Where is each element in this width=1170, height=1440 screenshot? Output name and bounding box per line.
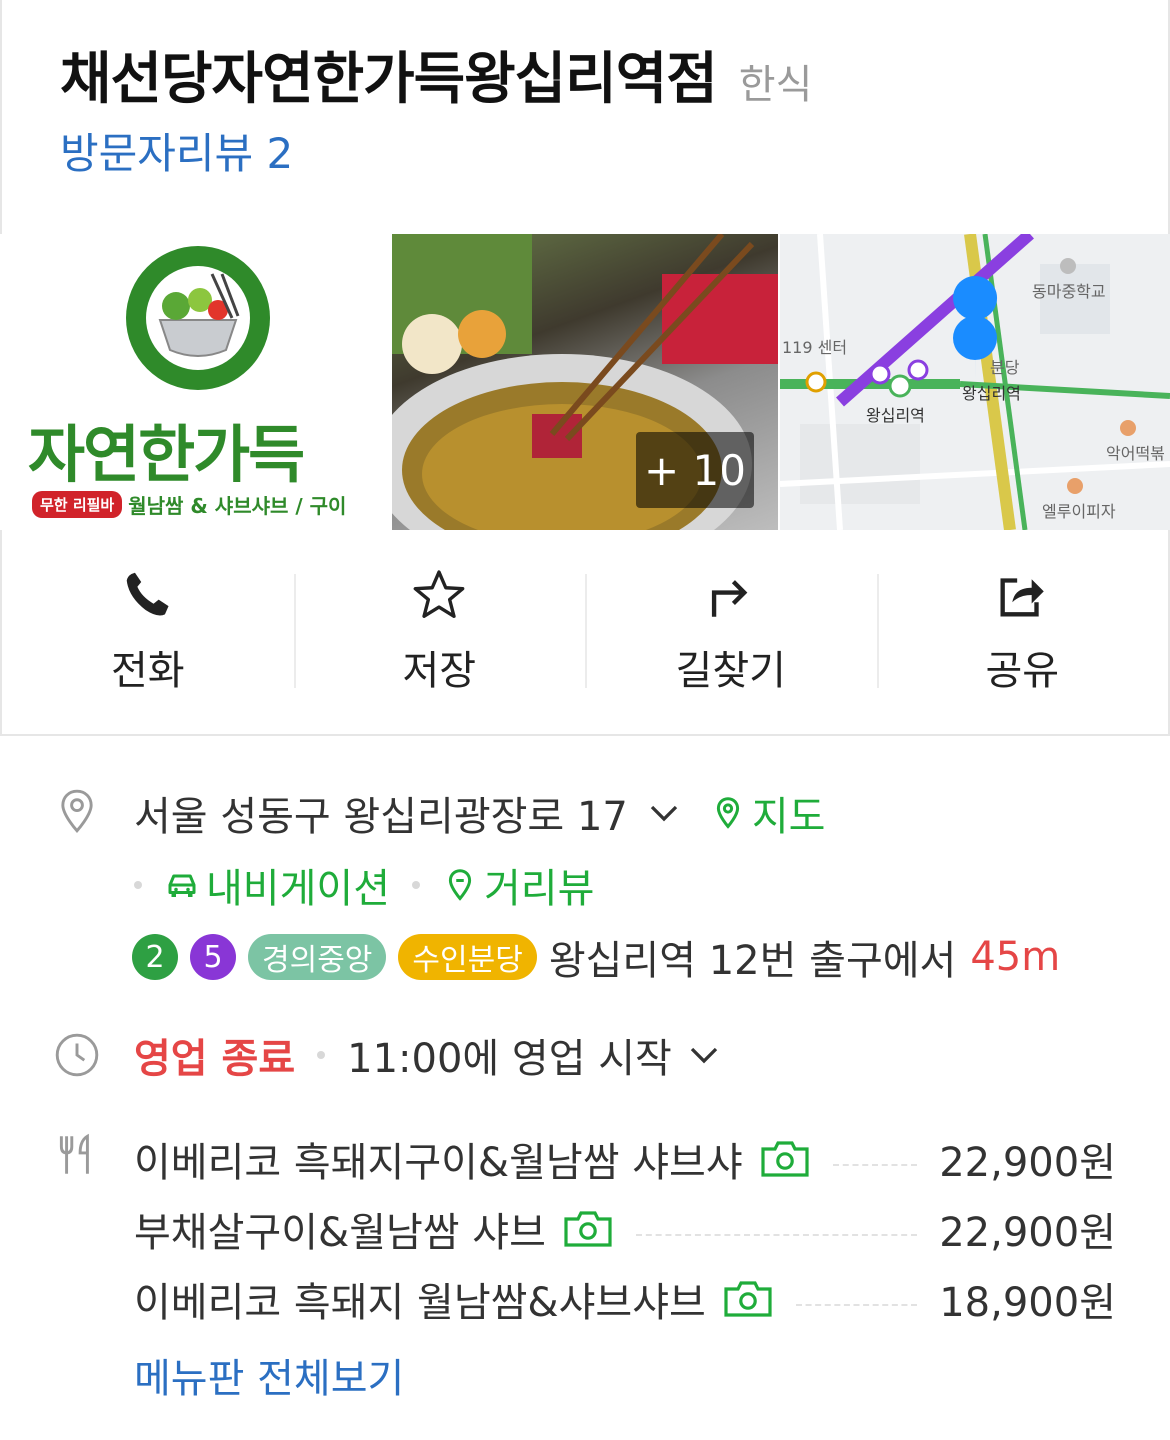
save-button[interactable]: 저장	[293, 530, 586, 734]
hours-row[interactable]: 영업 종료 11:00에 영업 시작	[134, 1026, 722, 1084]
share-label: 공유	[985, 648, 1060, 694]
map-label-station-2: 왕십리역	[866, 406, 925, 425]
food-photo[interactable]: + 10	[392, 234, 778, 530]
menu-item[interactable]: 이베리코 흑돼지구이&월남쌈 샤브샤 22,900원	[134, 1124, 1116, 1194]
view-full-menu-link[interactable]: 메뉴판 전체보기	[134, 1346, 404, 1404]
car-icon	[168, 874, 196, 897]
subway-line-5-badge: 5	[190, 934, 236, 980]
map-pin-icon	[716, 797, 739, 829]
logo-wordmark: 자연한가득	[28, 418, 305, 491]
map-label-center: 119 센터	[782, 338, 848, 357]
menu-item-price: 18,900원	[939, 1280, 1116, 1326]
star-icon	[413, 570, 465, 618]
subway-row: 2 5 경의중앙 수인분당 왕십리역 12번 출구에서 45m	[132, 928, 1060, 986]
map-label-shop2: 엘루이피자	[1042, 502, 1116, 521]
navigation-link-label: 내비게이션	[206, 866, 390, 912]
separator-dot	[412, 881, 420, 889]
photo-strip: 자연한가득 무한 리필바 월남쌈 & 샤브샤브 / 구이 + 10 동마중학교 …	[0, 234, 1170, 530]
logo-pill: 무한 리필바	[32, 491, 123, 518]
phone-icon	[126, 572, 169, 616]
streetview-pin-icon	[448, 869, 472, 901]
separator-dot	[317, 1051, 326, 1059]
call-button[interactable]: 전화	[2, 530, 294, 734]
logo-subline: 무한 리필바 월남쌈 & 샤브샤브 / 구이	[32, 490, 346, 519]
save-label: 저장	[402, 648, 477, 694]
menu-item[interactable]: 부채살구이&월남쌈 샤브 22,900원	[134, 1194, 1116, 1264]
logo-subtext: 월남쌈 & 샤브샤브 / 구이	[128, 494, 347, 518]
map-link-label: 지도	[751, 794, 826, 840]
separator-dot	[134, 881, 142, 889]
chevron-down-icon[interactable]	[686, 1037, 722, 1073]
business-status: 영업 종료	[134, 1036, 296, 1082]
directions-icon	[711, 580, 748, 617]
utensils-icon	[59, 1133, 89, 1174]
price-leader	[832, 1164, 918, 1166]
subway-text: 왕십리역 12번 출구에서	[548, 938, 957, 984]
more-photos-badge[interactable]: + 10	[636, 432, 754, 508]
menu-list: 이베리코 흑돼지구이&월남쌈 샤브샤 22,900원 부채살구이&월남쌈 샤브 …	[134, 1124, 1116, 1334]
menu-item-name: 부채살구이&월남쌈 샤브	[134, 1210, 546, 1256]
menu-item-name: 이베리코 흑돼지 월남쌈&샤브샤브	[134, 1280, 706, 1326]
price-leader	[635, 1234, 918, 1236]
title-row: 채선당자연한가득왕십리역점 한식	[60, 34, 812, 115]
subway-suin-badge: 수인분당	[398, 934, 537, 980]
address-row: 서울 성동구 왕십리광장로 17 지도	[134, 784, 825, 842]
subway-gyeongui-badge: 경의중앙	[248, 934, 387, 980]
place-header: 채선당자연한가득왕십리역점 한식 방문자리뷰 2	[0, 0, 1170, 236]
map-label-bundang: 분당	[990, 358, 1020, 377]
call-label: 전화	[110, 648, 185, 694]
subway-line-2-badge: 2	[132, 934, 178, 980]
camera-icon[interactable]	[722, 1279, 774, 1319]
place-title: 채선당자연한가득왕십리역점	[60, 47, 718, 112]
share-button[interactable]: 공유	[876, 530, 1169, 734]
logo-photo[interactable]: 자연한가득 무한 리필바 월남쌈 & 샤브샤브 / 구이	[0, 234, 390, 530]
camera-icon[interactable]	[759, 1139, 811, 1179]
directions-label: 길찾기	[675, 648, 786, 694]
share-icon	[1000, 578, 1044, 617]
visitor-review-link[interactable]: 방문자리뷰 2	[60, 120, 293, 181]
business-next-open: 11:00에 영업 시작	[347, 1036, 672, 1082]
logo-emblem-icon	[126, 246, 270, 390]
menu-item[interactable]: 이베리코 흑돼지 월남쌈&샤브샤브 18,900원	[134, 1264, 1116, 1334]
price-leader	[795, 1304, 918, 1306]
directions-button[interactable]: 길찾기	[585, 530, 877, 734]
menu-item-price: 22,900원	[939, 1140, 1116, 1186]
navigation-link[interactable]: 내비게이션	[164, 856, 390, 914]
streetview-link-label: 거리뷰	[484, 866, 595, 912]
menu-item-name: 이베리코 흑돼지구이&월남쌈 샤브샤	[134, 1140, 743, 1186]
address-links-row: 내비게이션 거리뷰	[134, 856, 594, 914]
streetview-link[interactable]: 거리뷰	[442, 856, 594, 914]
map-label-station: 왕십리역	[962, 384, 1021, 403]
clock-icon	[55, 1033, 99, 1077]
map-label-shop1: 악어떡볶	[1106, 444, 1165, 463]
map-label-school: 동마중학교	[1032, 282, 1106, 301]
camera-icon[interactable]	[562, 1209, 614, 1249]
map-link[interactable]: 지도	[710, 784, 826, 842]
location-pin-icon	[61, 789, 93, 833]
action-bar: 전화 저장 길찾기 공유	[0, 530, 1170, 736]
map-thumbnail[interactable]: 동마중학교 119 센터 분당 왕십리역 왕십리역 악어떡볶 엘루이피자	[780, 234, 1170, 530]
subway-distance: 45m	[970, 934, 1061, 980]
chevron-down-icon[interactable]	[646, 795, 682, 831]
address-text: 서울 성동구 왕십리광장로 17	[134, 794, 628, 840]
menu-item-price: 22,900원	[939, 1210, 1116, 1256]
place-category: 한식	[738, 62, 813, 108]
